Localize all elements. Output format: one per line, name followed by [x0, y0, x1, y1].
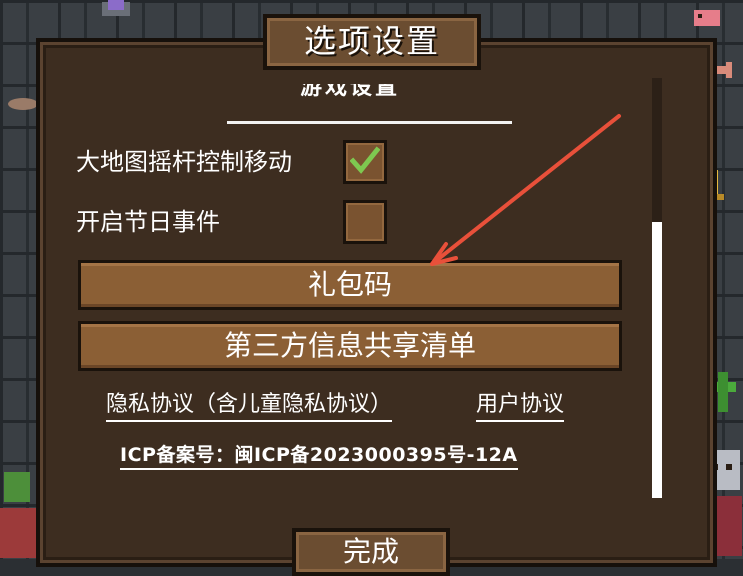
joystick-option-label: 大地图摇杆控制移动: [76, 148, 292, 176]
holiday-event-option-label: 开启节日事件: [76, 208, 220, 236]
gift-code-button[interactable]: 礼包码: [78, 260, 622, 310]
privacy-policy-link[interactable]: 隐私协议（含儿童隐私协议）: [106, 390, 393, 422]
joystick-checkbox[interactable]: [343, 140, 387, 184]
heading-divider: [227, 121, 512, 124]
scrollbar-thumb[interactable]: [652, 222, 662, 498]
checkmark-icon: [350, 146, 380, 174]
done-button[interactable]: 完成: [292, 528, 450, 576]
dialog-title: 选项设置: [263, 14, 481, 70]
gem-pot-icon: [102, 0, 130, 16]
goblin-icon: [0, 472, 36, 558]
user-agreement-link[interactable]: 用户协议: [476, 390, 565, 422]
holiday-event-checkbox[interactable]: [343, 200, 387, 244]
pig-icon: [694, 10, 720, 26]
third-party-list-button[interactable]: 第三方信息共享清单: [78, 321, 622, 371]
icp-record-text: ICP备案号：闽ICP备2023000395号-12A: [120, 442, 518, 470]
disc-icon: [8, 98, 38, 110]
